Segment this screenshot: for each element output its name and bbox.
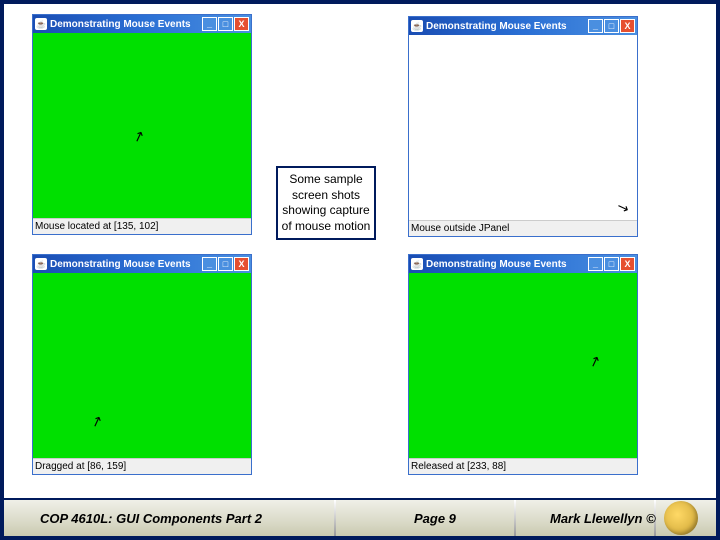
window-controls: _ □ X [202, 17, 249, 31]
status-bar: Mouse located at [135, 102] [33, 218, 251, 234]
slide-footer: COP 4610L: GUI Components Part 2 Page 9 … [4, 498, 716, 536]
mouse-panel[interactable]: ↗ [33, 273, 251, 458]
java-window-4: ☕ Demonstrating Mouse Events _ □ X ↗ Rel… [408, 254, 638, 475]
java-window-1: ☕ Demonstrating Mouse Events _ □ X ↗ Mou… [32, 14, 252, 235]
java-icon: ☕ [35, 18, 47, 30]
footer-author: Mark Llewellyn © [550, 511, 656, 526]
close-button[interactable]: X [620, 19, 635, 33]
status-text: Mouse outside JPanel [411, 223, 509, 234]
window-body: ↗ [33, 273, 251, 458]
titlebar: ☕ Demonstrating Mouse Events _ □ X [409, 17, 637, 35]
java-icon: ☕ [411, 20, 423, 32]
window-body: ↘ [409, 35, 637, 220]
mouse-panel[interactable]: ↗ [33, 33, 251, 218]
window-controls: _ □ X [202, 257, 249, 271]
maximize-button[interactable]: □ [218, 257, 233, 271]
java-icon: ☕ [411, 258, 423, 270]
window-title: Demonstrating Mouse Events [426, 21, 567, 32]
footer-divider [334, 500, 336, 536]
java-window-3: ☕ Demonstrating Mouse Events _ □ X ↗ Dra… [32, 254, 252, 475]
footer-page: Page 9 [414, 511, 456, 526]
titlebar: ☕ Demonstrating Mouse Events _ □ X [33, 15, 251, 33]
minimize-button[interactable]: _ [202, 257, 217, 271]
status-text: Released at [233, 88] [411, 461, 506, 472]
mouse-panel[interactable]: ↗ [409, 273, 637, 458]
footer-course: COP 4610L: GUI Components Part 2 [40, 511, 262, 526]
window-title: Demonstrating Mouse Events [50, 259, 191, 270]
mouse-panel[interactable]: ↘ [409, 35, 637, 220]
window-title: Demonstrating Mouse Events [50, 19, 191, 30]
cursor-icon: ↗ [586, 352, 603, 372]
status-bar: Dragged at [86, 159] [33, 458, 251, 474]
maximize-button[interactable]: □ [218, 17, 233, 31]
ucf-logo-icon [664, 501, 698, 535]
caption-box: Some sample screen shots showing capture… [276, 166, 376, 240]
status-text: Dragged at [86, 159] [35, 461, 126, 472]
maximize-button[interactable]: □ [604, 19, 619, 33]
java-icon: ☕ [35, 258, 47, 270]
minimize-button[interactable]: _ [588, 19, 603, 33]
status-bar: Mouse outside JPanel [409, 220, 637, 236]
close-button[interactable]: X [234, 17, 249, 31]
footer-divider [514, 500, 516, 536]
titlebar: ☕ Demonstrating Mouse Events _ □ X [409, 255, 637, 273]
window-controls: _ □ X [588, 19, 635, 33]
window-title: Demonstrating Mouse Events [426, 259, 567, 270]
close-button[interactable]: X [234, 257, 249, 271]
cursor-icon: ↗ [88, 412, 105, 432]
cursor-icon: ↘ [615, 198, 632, 218]
java-window-2: ☕ Demonstrating Mouse Events _ □ X ↘ Mou… [408, 16, 638, 237]
status-bar: Released at [233, 88] [409, 458, 637, 474]
titlebar: ☕ Demonstrating Mouse Events _ □ X [33, 255, 251, 273]
minimize-button[interactable]: _ [202, 17, 217, 31]
status-text: Mouse located at [135, 102] [35, 221, 158, 232]
minimize-button[interactable]: _ [588, 257, 603, 271]
window-body: ↗ [409, 273, 637, 458]
maximize-button[interactable]: □ [604, 257, 619, 271]
window-body: ↗ [33, 33, 251, 218]
cursor-icon: ↗ [130, 127, 147, 147]
close-button[interactable]: X [620, 257, 635, 271]
caption-text: Some sample screen shots showing capture… [282, 172, 371, 233]
window-controls: _ □ X [588, 257, 635, 271]
